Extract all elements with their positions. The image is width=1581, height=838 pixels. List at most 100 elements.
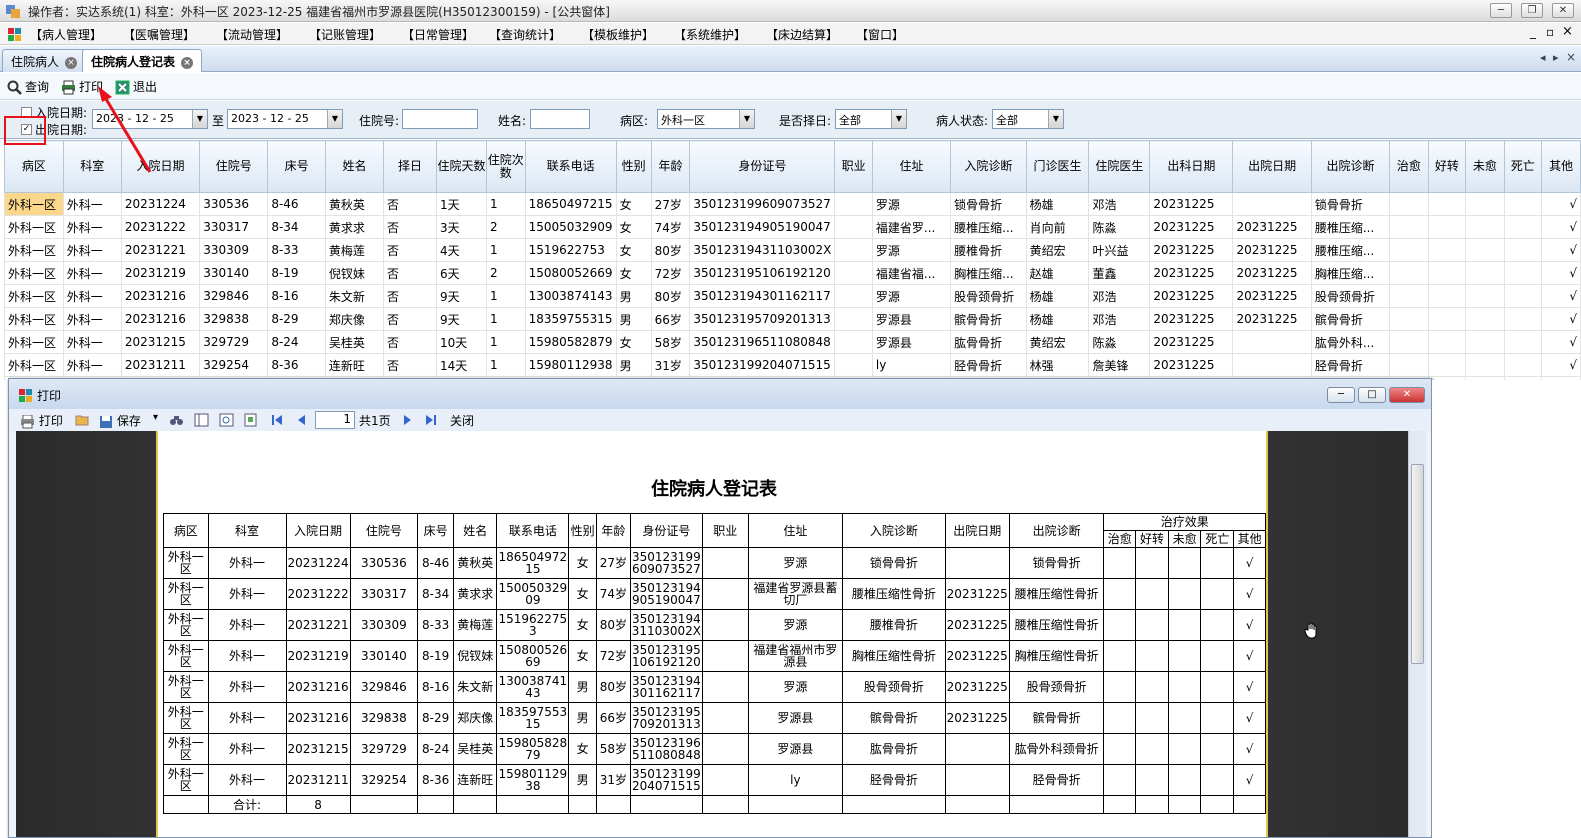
grid-cell[interactable]: 20231225	[1232, 261, 1312, 285]
prev-page-icon[interactable]	[295, 414, 307, 426]
grid-cell[interactable]: 15980112938	[524, 353, 617, 377]
grid-header-cell[interactable]: 住址	[871, 140, 952, 193]
grid-cell[interactable]	[1389, 238, 1429, 262]
grid-cell[interactable]: 8-36	[267, 353, 326, 377]
grid-row[interactable]: 外科一区 外科一 20231211 329254 8-36 连新旺否 14天 1 1598011…	[4, 353, 1581, 377]
dialog-close-button[interactable]: ✕	[1389, 387, 1425, 403]
grid-cell[interactable]: 否	[383, 238, 437, 262]
grid-cell[interactable]: 350123194905190047	[689, 215, 836, 239]
grid-cell[interactable]: 20231225	[1149, 238, 1234, 262]
grid-cell[interactable]	[1232, 330, 1312, 354]
grid-cell[interactable]	[1427, 307, 1467, 331]
tab-inpatient-register[interactable]: 住院病人登记表 ×	[82, 49, 203, 72]
grid-cell[interactable]: 15980582879	[524, 330, 617, 354]
grid-cell[interactable]: 2	[486, 215, 526, 239]
grid-cell[interactable]: √	[1541, 330, 1581, 354]
grid-header-cell[interactable]: 职业	[834, 140, 873, 193]
grid-cell[interactable]: 1519622753	[524, 238, 617, 262]
grid-header-cell[interactable]: 择日	[383, 140, 437, 193]
name-input[interactable]	[530, 109, 590, 129]
grid-cell[interactable]	[1389, 353, 1429, 377]
menu-template[interactable]: 【模板维护】	[582, 26, 654, 43]
grid-cell[interactable]: 外科一	[62, 307, 122, 331]
dialog-minimize-button[interactable]: ─	[1327, 387, 1355, 403]
grid-cell[interactable]: 外科一区	[4, 192, 64, 216]
grid-cell[interactable]	[1427, 215, 1467, 239]
grid-cell[interactable]	[1503, 307, 1543, 331]
grid-header-cell[interactable]: 床号	[267, 140, 326, 193]
grid-cell[interactable]: 黄秋英	[324, 192, 385, 216]
mdi-restore-button[interactable]: ▫	[1546, 25, 1554, 39]
grid-cell[interactable]: 1	[486, 307, 526, 331]
binoculars-icon[interactable]	[169, 413, 184, 427]
grid-cell[interactable]: 350123196511080848	[689, 330, 836, 354]
grid-cell[interactable]: 锁骨骨折	[1310, 192, 1391, 216]
grid-header-cell[interactable]: 住院天数	[435, 140, 488, 193]
grid-cell[interactable]: 329254	[199, 353, 269, 377]
grid-cell[interactable]: 外科一	[62, 238, 122, 262]
grid-cell[interactable]: 外科一区	[4, 284, 64, 308]
grid-cell[interactable]: 陈淼	[1088, 215, 1151, 239]
grid-cell[interactable]: 倪钗妹	[324, 261, 385, 285]
grid-header-cell[interactable]: 好转	[1427, 140, 1467, 193]
grid-cell[interactable]: 否	[383, 192, 437, 216]
grid-cell[interactable]	[1389, 284, 1429, 308]
grid-header-cell[interactable]: 治愈	[1389, 140, 1429, 193]
grid-header-cell[interactable]: 出科日期	[1149, 140, 1234, 193]
grid-cell[interactable]: 18650497215	[524, 192, 617, 216]
grid-cell[interactable]: 20231224	[120, 192, 201, 216]
grid-cell[interactable]: 朱文新	[324, 284, 385, 308]
grid-cell[interactable]: 肱骨骨折	[950, 330, 1027, 354]
grid-cell[interactable]: 20231225	[1149, 215, 1234, 239]
ward-select[interactable]: 外科一区 ▼	[657, 109, 755, 129]
chevron-down-icon[interactable]: ▼	[739, 110, 754, 128]
dialog-maximize-button[interactable]: □	[1358, 387, 1386, 403]
grid-row[interactable]: 外科一区 外科一 20231216 329838 8-29 郑庆像否 9天 1 18359755…	[4, 307, 1581, 331]
tab-inpatients[interactable]: 住院病人 ×	[2, 49, 87, 72]
grid-cell[interactable]: 郑庆像	[324, 307, 385, 331]
grid-cell[interactable]: 锁骨骨折	[950, 192, 1027, 216]
grid-cell[interactable]	[1427, 353, 1467, 377]
grid-cell[interactable]: 350123195709201313	[689, 307, 836, 331]
tab-scroll-right-icon[interactable]: ▸	[1553, 51, 1559, 64]
grid-row[interactable]: 外科一区 外科一 20231216 329846 8-16 朱文新否 9天 1 13003874…	[4, 284, 1581, 308]
grid-cell[interactable]: √	[1541, 238, 1581, 262]
grid-cell[interactable]: 20231225	[1149, 261, 1234, 285]
menu-system[interactable]: 【系统维护】	[674, 26, 746, 43]
grid-cell[interactable]: 陈淼	[1088, 330, 1151, 354]
grid-header-cell[interactable]: 科室	[62, 140, 122, 193]
grid-cell[interactable]: 20231225	[1232, 238, 1312, 262]
grid-cell[interactable]	[1503, 261, 1543, 285]
grid-cell[interactable]: 27岁	[650, 192, 691, 216]
grid-row[interactable]: 外科一区 外科一 20231222 330317 8-34 黄求求否 3天 2 15005032…	[4, 215, 1581, 239]
grid-cell[interactable]: 20231221	[120, 238, 201, 262]
last-page-icon[interactable]	[425, 414, 437, 426]
grid-cell[interactable]	[834, 238, 873, 262]
grid-cell[interactable]: 74岁	[650, 215, 691, 239]
minimize-button[interactable]: ─	[1490, 3, 1512, 18]
grid-cell[interactable]: 女	[615, 215, 652, 239]
grid-cell[interactable]	[1232, 353, 1312, 377]
menu-flow[interactable]: 【流动管理】	[216, 26, 288, 43]
grid-cell[interactable]: 350123194301162117	[689, 284, 836, 308]
grid-cell[interactable]: 连新旺	[324, 353, 385, 377]
grid-cell[interactable]: 黄绍宏	[1025, 238, 1090, 262]
grid-cell[interactable]: ly	[871, 353, 952, 377]
grid-cell[interactable]: 1	[486, 330, 526, 354]
grid-cell[interactable]: √	[1541, 307, 1581, 331]
grid-cell[interactable]: 330317	[199, 215, 269, 239]
grid-cell[interactable]: 林强	[1025, 353, 1090, 377]
grid-cell[interactable]: 杨雄	[1025, 284, 1090, 308]
grid-cell[interactable]: 胸椎压缩...	[1310, 261, 1391, 285]
grid-cell[interactable]: 黄求求	[324, 215, 385, 239]
grid-cell[interactable]: 黄绍宏	[1025, 330, 1090, 354]
grid-cell[interactable]: 腰椎骨折	[950, 238, 1027, 262]
grid-header-cell[interactable]: 住院次数	[486, 140, 526, 193]
grid-header-cell[interactable]: 年龄	[650, 140, 691, 193]
grid-cell[interactable]: 72岁	[650, 261, 691, 285]
grid-cell[interactable]: 8-19	[267, 261, 326, 285]
grid-cell[interactable]: 董鑫	[1088, 261, 1151, 285]
grid-cell[interactable]: 80岁	[650, 238, 691, 262]
grid-cell[interactable]: 4天	[435, 238, 488, 262]
status-select[interactable]: 全部 ▼	[992, 109, 1064, 129]
